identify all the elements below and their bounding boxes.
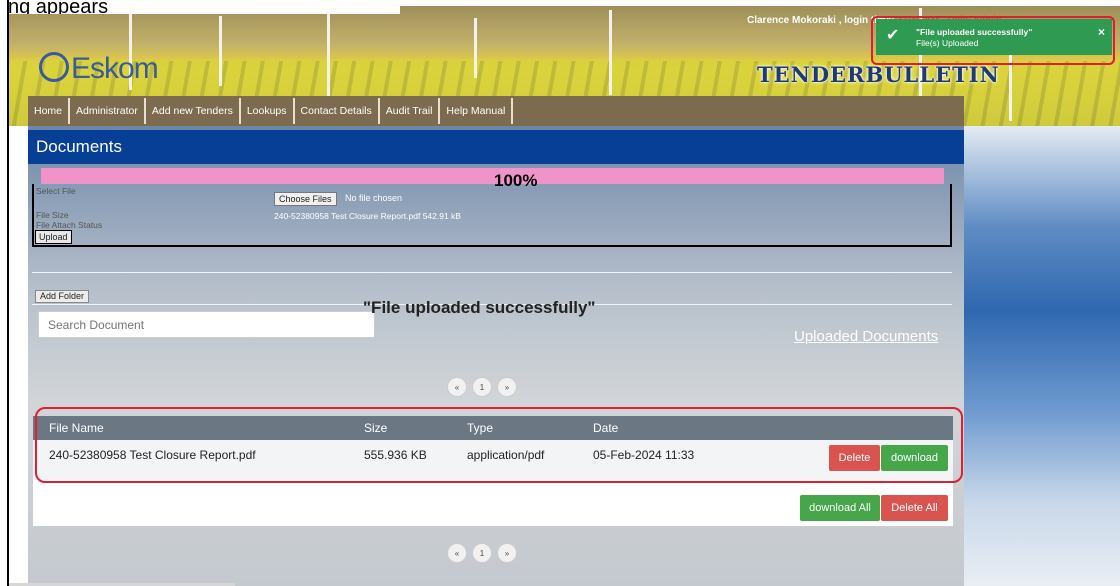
no-file-text: No file chosen xyxy=(345,193,403,203)
logo-text: Eskom xyxy=(71,52,159,85)
app-title: TENDERBULLETIN xyxy=(757,62,1000,87)
upload-success-message: "File uploaded successfully" xyxy=(363,298,596,317)
nav-administrator[interactable]: Administrator xyxy=(70,98,146,124)
screenshot-caption: ng appears xyxy=(0,0,400,14)
uploaded-documents-link[interactable]: Uploaded Documents xyxy=(794,328,938,345)
eskom-logo-mark-icon xyxy=(39,52,69,83)
toast-highlight-annotation xyxy=(871,16,1115,65)
pagination-page-button[interactable]: 1 xyxy=(472,543,492,563)
bulk-actions-bar: download All Delete All xyxy=(33,480,953,526)
main-content: Documents 100% Select File File Size Fil… xyxy=(28,126,964,586)
nav-audit-trail[interactable]: Audit Trail xyxy=(380,98,441,124)
pagination-next-button[interactable]: » xyxy=(497,543,517,563)
divider xyxy=(32,272,952,273)
choose-files-button[interactable]: Choose Files xyxy=(274,192,337,206)
pagination-next-button[interactable]: » xyxy=(497,377,517,397)
pagination-bottom: « 1 » xyxy=(447,543,517,563)
download-all-button[interactable]: download All xyxy=(800,495,880,521)
nav-lookups[interactable]: Lookups xyxy=(241,98,295,124)
delete-all-button[interactable]: Delete All xyxy=(881,495,948,521)
search-document-input[interactable] xyxy=(38,311,375,338)
table-highlight-annotation xyxy=(35,407,963,483)
pagination-page-button[interactable]: 1 xyxy=(472,377,492,397)
nav-contact-details[interactable]: Contact Details xyxy=(295,98,380,124)
pagination-top: « 1 » xyxy=(447,377,517,397)
pagination-prev-button[interactable]: « xyxy=(447,377,467,397)
select-file-label: Select File xyxy=(36,186,76,196)
nav-home[interactable]: Home xyxy=(28,98,71,124)
upload-button[interactable]: Upload xyxy=(35,230,72,244)
eskom-logo: Eskom xyxy=(39,52,159,86)
wind-turbine-icon xyxy=(327,8,330,98)
file-attach-status-label: File Attach Status xyxy=(36,220,103,230)
file-size-label: File Size xyxy=(36,210,69,220)
add-folder-button[interactable]: Add Folder xyxy=(35,290,90,303)
pagination-prev-button[interactable]: « xyxy=(447,543,467,563)
background-panel xyxy=(964,126,1120,586)
selected-file-info: 240-52380958 Test Closure Report.pdf 542… xyxy=(274,211,461,221)
main-navbar: Home Administrator Add new Tenders Looku… xyxy=(28,96,964,126)
page-title: Documents xyxy=(28,130,964,164)
nav-help-manual[interactable]: Help Manual xyxy=(440,98,514,124)
wind-turbine-icon xyxy=(609,10,612,95)
frame-border xyxy=(7,0,9,586)
nav-add-new-tenders[interactable]: Add new Tenders xyxy=(146,98,241,124)
wind-turbine-icon xyxy=(474,18,477,78)
wind-turbine-icon xyxy=(219,16,222,86)
upload-panel xyxy=(32,184,952,247)
upload-progress-bar xyxy=(41,168,944,184)
